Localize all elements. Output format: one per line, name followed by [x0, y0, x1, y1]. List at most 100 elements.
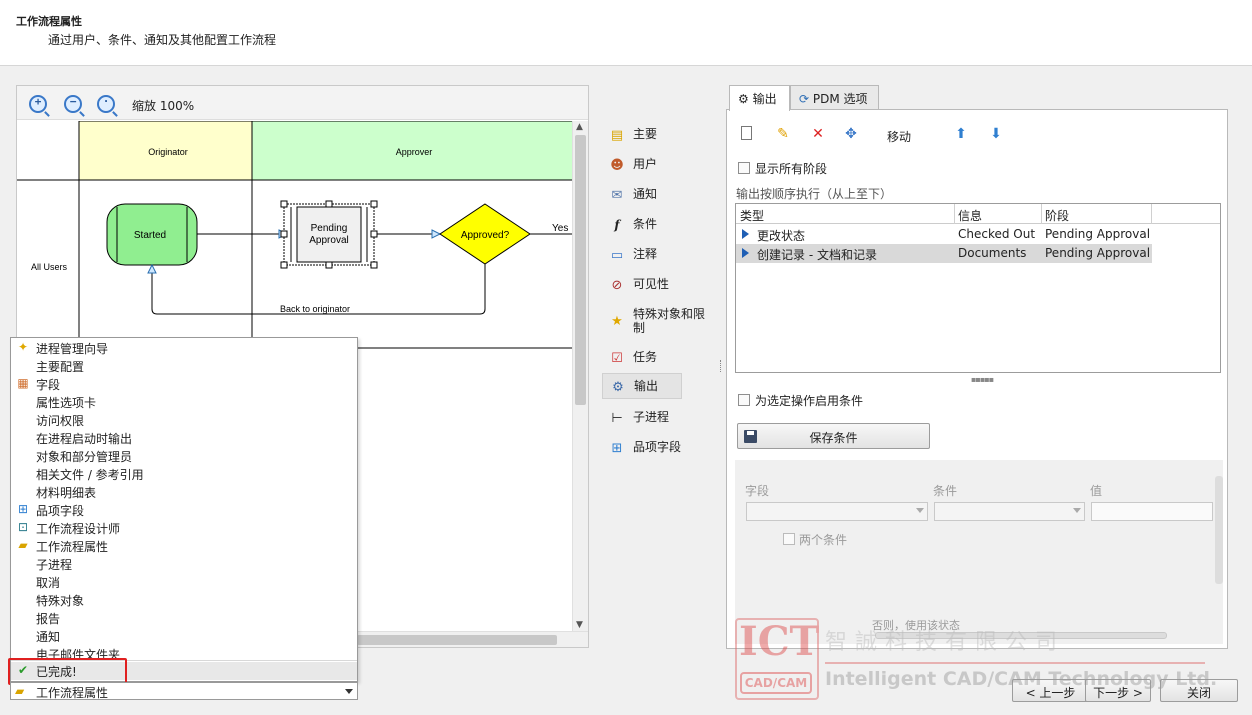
- menu-item-label: 子进程: [36, 558, 73, 572]
- condition-select[interactable]: [934, 502, 1085, 521]
- menu-item[interactable]: 通知: [11, 627, 357, 645]
- nav-item-comments[interactable]: ▭ 注释: [600, 242, 718, 268]
- menu-item-label: 对象和部分管理员: [36, 450, 133, 464]
- menu-item[interactable]: 材料明细表: [11, 483, 357, 501]
- menu-item[interactable]: ⊡ 工作流程设计师: [11, 519, 357, 537]
- menu-item-label: 品项字段: [36, 504, 85, 518]
- splitter-grip[interactable]: [720, 360, 724, 372]
- move-icon[interactable]: ✥: [843, 126, 859, 142]
- condition-horizontal-scrollbar[interactable]: [875, 632, 1167, 639]
- nav-item-tasks[interactable]: ☑ 任务: [600, 345, 718, 371]
- show-all-stages-label: 显示所有阶段: [755, 162, 828, 176]
- chevron-down-icon: [1073, 508, 1081, 513]
- zoom-in-icon[interactable]: +: [29, 95, 47, 113]
- zoom-fit-icon[interactable]: ·: [97, 95, 115, 113]
- state-started-label: Started: [134, 230, 166, 241]
- menu-item[interactable]: ✦ 进程管理向导: [11, 339, 357, 357]
- step-select[interactable]: ▰ 工作流程属性: [10, 682, 358, 700]
- menu-item[interactable]: 对象和部分管理员: [11, 447, 357, 465]
- chevron-down-icon[interactable]: [345, 689, 353, 694]
- col-type[interactable]: 类型: [740, 207, 764, 224]
- hscroll-thumb[interactable]: [357, 635, 557, 645]
- menu-item[interactable]: 子进程: [11, 555, 357, 573]
- nav-item-conditions[interactable]: f 条件: [600, 212, 718, 238]
- grid-splitter[interactable]: ▪▪▪▪▪: [971, 375, 994, 384]
- col-stage[interactable]: 阶段: [1045, 207, 1069, 224]
- table-row[interactable]: 创建记录 - 文档和记录 Documents Pending Approval: [736, 244, 1152, 263]
- folder-icon: ▰: [15, 684, 25, 698]
- state-started[interactable]: Started: [106, 203, 198, 266]
- nav-item-output[interactable]: ⚙ 输出: [602, 373, 682, 399]
- menu-item[interactable]: ▦ 字段: [11, 375, 357, 393]
- decision-approved[interactable]: Approved?: [439, 203, 531, 265]
- task-icon: ☑: [611, 350, 623, 366]
- save-condition-button[interactable]: 保存条件: [737, 423, 930, 449]
- tab-pdm-label: PDM 选项: [812, 92, 868, 106]
- menu-item[interactable]: ▰ 工作流程属性: [11, 537, 357, 555]
- scroll-up-icon[interactable]: ▲: [576, 122, 583, 132]
- condition-vertical-scrollbar[interactable]: [1215, 476, 1223, 584]
- item-fields-icon: ⊞: [611, 440, 623, 456]
- nav-item-notifications[interactable]: ✉ 通知: [600, 182, 718, 208]
- arrow-down-icon[interactable]: ⬇: [988, 126, 1004, 142]
- next-button[interactable]: 下一步 >: [1085, 679, 1151, 702]
- menu-item[interactable]: 访问权限: [11, 411, 357, 429]
- show-all-stages-checkbox[interactable]: [738, 162, 750, 174]
- menu-item[interactable]: 取消: [11, 573, 357, 591]
- output-grid[interactable]: 类型 信息 阶段 更改状态 Checked Out Pending Approv…: [735, 203, 1221, 373]
- row-expand-icon[interactable]: [742, 229, 749, 239]
- menu-item[interactable]: ⊞ 品项字段: [11, 501, 357, 519]
- scroll-thumb[interactable]: [575, 135, 586, 405]
- menu-item-label: 报告: [36, 612, 61, 626]
- nav-item-item-fields[interactable]: ⊞ 品项字段: [600, 435, 718, 461]
- menu-item[interactable]: 主要配置: [11, 357, 357, 375]
- order-note: 输出按顺序执行（从上至下）: [736, 187, 893, 201]
- menu-item[interactable]: 特殊对象: [11, 591, 357, 609]
- menu-item-label: 通知: [36, 630, 61, 644]
- arrow-up-icon[interactable]: ⬆: [953, 126, 969, 142]
- nav-item-subprocess[interactable]: ⊢ 子进程: [600, 405, 718, 431]
- col-info[interactable]: 信息: [958, 207, 982, 224]
- pencil-icon[interactable]: ✎: [775, 126, 791, 142]
- scroll-down-icon[interactable]: ▼: [576, 620, 583, 630]
- menu-item[interactable]: 报告: [11, 609, 357, 627]
- row-expand-icon[interactable]: [742, 248, 749, 258]
- cell-stage: Pending Approval: [1045, 246, 1151, 260]
- tab-output-label: 输出: [752, 92, 777, 106]
- highlight-box: [8, 658, 127, 685]
- zoom-toolbar: + − · 缩放 100%: [17, 86, 588, 120]
- nav-item-main[interactable]: ▤ 主要: [600, 122, 718, 148]
- nav-item-users[interactable]: ☻ 用户: [600, 152, 718, 178]
- diagram-vertical-scrollbar[interactable]: ▲ ▼: [572, 121, 588, 631]
- menu-item[interactable]: 在进程启动时输出: [11, 429, 357, 447]
- tab-output[interactable]: ⚙ 输出: [729, 85, 790, 111]
- cell-info: Documents: [958, 246, 1027, 260]
- back-button[interactable]: < 上一步: [1012, 679, 1089, 702]
- new-document-icon[interactable]: [741, 126, 752, 140]
- lane-originator-label: Originator: [148, 147, 188, 157]
- menu-item[interactable]: 属性选项卡: [11, 393, 357, 411]
- nav-item-visibility[interactable]: ⊘ 可见性: [600, 272, 718, 298]
- zoom-out-icon[interactable]: −: [64, 95, 82, 113]
- state-pending-label: Pending: [311, 223, 348, 234]
- tab-pdm-options[interactable]: ⟳ PDM 选项: [790, 85, 879, 110]
- field-select[interactable]: [746, 502, 928, 521]
- menu-item-label: 工作流程设计师: [36, 522, 121, 536]
- nav-item-label: 可见性: [633, 277, 670, 291]
- nav-item-label: 条件: [633, 217, 658, 231]
- delete-icon[interactable]: ✕: [810, 126, 826, 142]
- otherwise-label: 否则，使用该状态: [872, 619, 960, 632]
- value-input[interactable]: [1091, 502, 1213, 521]
- menu-item[interactable]: 相关文件 / 参考引用: [11, 465, 357, 483]
- cell-type: 更改状态: [757, 229, 806, 243]
- enable-condition-checkbox[interactable]: [738, 394, 750, 406]
- menu-item-label: 在进程启动时输出: [36, 432, 133, 446]
- nav-item-special-objects[interactable]: ★ 特殊对象和限制: [600, 302, 718, 338]
- table-row[interactable]: 更改状态 Checked Out Pending Approval: [736, 225, 1152, 244]
- two-conditions-checkbox[interactable]: [783, 533, 795, 545]
- close-button[interactable]: 关闭: [1160, 679, 1238, 702]
- state-pending-approval[interactable]: Pending Approval: [280, 200, 378, 269]
- item-fields-icon: ⊞: [17, 502, 29, 516]
- cell-stage: Pending Approval: [1045, 227, 1151, 241]
- move-label: 移动: [887, 130, 912, 144]
